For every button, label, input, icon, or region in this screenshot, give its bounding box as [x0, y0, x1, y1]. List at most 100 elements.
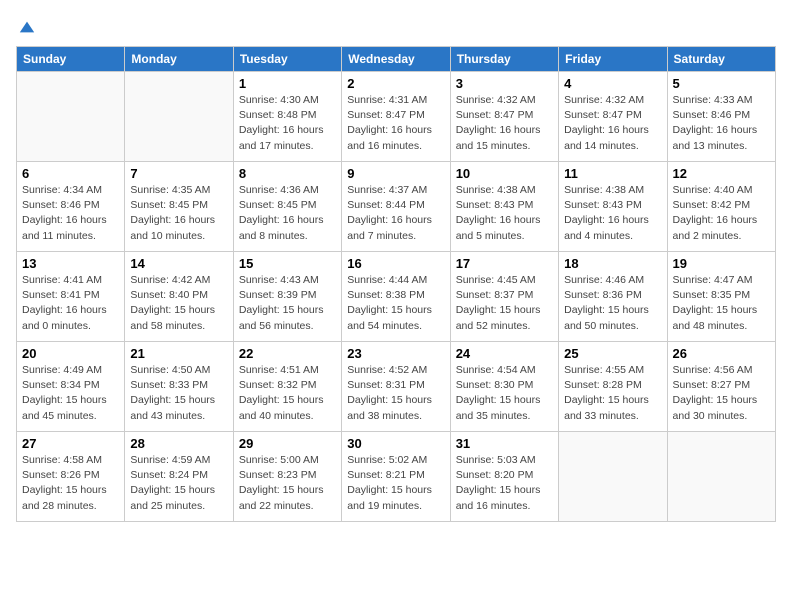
day-info: Sunrise: 4:40 AM Sunset: 8:42 PM Dayligh… — [673, 183, 770, 244]
day-number: 17 — [456, 256, 553, 271]
day-info: Sunrise: 4:31 AM Sunset: 8:47 PM Dayligh… — [347, 93, 444, 154]
page-header — [16, 16, 776, 36]
calendar-cell: 22 Sunrise: 4:51 AM Sunset: 8:32 PM Dayli… — [233, 342, 341, 432]
header-tuesday: Tuesday — [233, 47, 341, 72]
calendar-cell: 12 Sunrise: 4:40 AM Sunset: 8:42 PM Dayli… — [667, 162, 775, 252]
calendar-cell: 16 Sunrise: 4:44 AM Sunset: 8:38 PM Dayli… — [342, 252, 450, 342]
calendar-cell — [17, 72, 125, 162]
day-info: Sunrise: 4:30 AM Sunset: 8:48 PM Dayligh… — [239, 93, 336, 154]
day-info: Sunrise: 4:56 AM Sunset: 8:27 PM Dayligh… — [673, 363, 770, 424]
day-info: Sunrise: 4:54 AM Sunset: 8:30 PM Dayligh… — [456, 363, 553, 424]
calendar-cell: 24 Sunrise: 4:54 AM Sunset: 8:30 PM Dayli… — [450, 342, 558, 432]
day-info: Sunrise: 5:00 AM Sunset: 8:23 PM Dayligh… — [239, 453, 336, 514]
day-number: 16 — [347, 256, 444, 271]
calendar-cell: 2 Sunrise: 4:31 AM Sunset: 8:47 PM Daylig… — [342, 72, 450, 162]
calendar-week-1: 1 Sunrise: 4:30 AM Sunset: 8:48 PM Daylig… — [17, 72, 776, 162]
day-number: 30 — [347, 436, 444, 451]
day-info: Sunrise: 4:34 AM Sunset: 8:46 PM Dayligh… — [22, 183, 119, 244]
day-number: 4 — [564, 76, 661, 91]
day-number: 7 — [130, 166, 227, 181]
day-info: Sunrise: 4:50 AM Sunset: 8:33 PM Dayligh… — [130, 363, 227, 424]
day-info: Sunrise: 4:35 AM Sunset: 8:45 PM Dayligh… — [130, 183, 227, 244]
calendar-week-5: 27 Sunrise: 4:58 AM Sunset: 8:26 PM Dayli… — [17, 432, 776, 522]
day-number: 22 — [239, 346, 336, 361]
day-number: 8 — [239, 166, 336, 181]
day-number: 28 — [130, 436, 227, 451]
calendar-cell: 20Sunrise: 4:49 AM Sunset: 8:34 PM Dayli… — [17, 342, 125, 432]
header-thursday: Thursday — [450, 47, 558, 72]
calendar-cell: 21 Sunrise: 4:50 AM Sunset: 8:33 PM Dayli… — [125, 342, 233, 432]
day-number: 3 — [456, 76, 553, 91]
header-saturday: Saturday — [667, 47, 775, 72]
day-info: Sunrise: 4:42 AM Sunset: 8:40 PM Dayligh… — [130, 273, 227, 334]
day-info: Sunrise: 4:36 AM Sunset: 8:45 PM Dayligh… — [239, 183, 336, 244]
header-friday: Friday — [559, 47, 667, 72]
day-number: 19 — [673, 256, 770, 271]
day-info: Sunrise: 5:02 AM Sunset: 8:21 PM Dayligh… — [347, 453, 444, 514]
day-info: Sunrise: 4:33 AM Sunset: 8:46 PM Dayligh… — [673, 93, 770, 154]
calendar-cell: 14Sunrise: 4:42 AM Sunset: 8:40 PM Dayli… — [125, 252, 233, 342]
day-info: Sunrise: 4:43 AM Sunset: 8:39 PM Dayligh… — [239, 273, 336, 334]
day-number: 2 — [347, 76, 444, 91]
day-number: 15 — [239, 256, 336, 271]
calendar-cell: 1 Sunrise: 4:30 AM Sunset: 8:48 PM Daylig… — [233, 72, 341, 162]
calendar-cell: 17 Sunrise: 4:45 AM Sunset: 8:37 PM Dayli… — [450, 252, 558, 342]
calendar-cell: 29 Sunrise: 5:00 AM Sunset: 8:23 PM Dayli… — [233, 432, 341, 522]
calendar-cell — [559, 432, 667, 522]
day-number: 23 — [347, 346, 444, 361]
header-wednesday: Wednesday — [342, 47, 450, 72]
day-number: 29 — [239, 436, 336, 451]
day-number: 20 — [22, 346, 119, 361]
header-monday: Monday — [125, 47, 233, 72]
calendar-cell: 19 Sunrise: 4:47 AM Sunset: 8:35 PM Dayli… — [667, 252, 775, 342]
calendar-cell — [125, 72, 233, 162]
day-number: 25 — [564, 346, 661, 361]
day-info: Sunrise: 4:47 AM Sunset: 8:35 PM Dayligh… — [673, 273, 770, 334]
day-number: 27 — [22, 436, 119, 451]
day-number: 6 — [22, 166, 119, 181]
calendar-cell: 28Sunrise: 4:59 AM Sunset: 8:24 PM Dayli… — [125, 432, 233, 522]
day-info: Sunrise: 4:37 AM Sunset: 8:44 PM Dayligh… — [347, 183, 444, 244]
calendar-cell: 18Sunrise: 4:46 AM Sunset: 8:36 PM Dayli… — [559, 252, 667, 342]
day-number: 13 — [22, 256, 119, 271]
calendar-header: SundayMondayTuesdayWednesdayThursdayFrid… — [17, 47, 776, 72]
day-info: Sunrise: 4:41 AM Sunset: 8:41 PM Dayligh… — [22, 273, 119, 334]
day-number: 5 — [673, 76, 770, 91]
day-info: Sunrise: 5:03 AM Sunset: 8:20 PM Dayligh… — [456, 453, 553, 514]
day-number: 9 — [347, 166, 444, 181]
day-info: Sunrise: 4:45 AM Sunset: 8:37 PM Dayligh… — [456, 273, 553, 334]
calendar-cell: 11 Sunrise: 4:38 AM Sunset: 8:43 PM Dayli… — [559, 162, 667, 252]
calendar-cell: 30 Sunrise: 5:02 AM Sunset: 8:21 PM Dayli… — [342, 432, 450, 522]
day-number: 21 — [130, 346, 227, 361]
day-info: Sunrise: 4:38 AM Sunset: 8:43 PM Dayligh… — [564, 183, 661, 244]
calendar-cell — [667, 432, 775, 522]
day-info: Sunrise: 4:44 AM Sunset: 8:38 PM Dayligh… — [347, 273, 444, 334]
calendar-cell: 7 Sunrise: 4:35 AM Sunset: 8:45 PM Daylig… — [125, 162, 233, 252]
calendar-cell: 6 Sunrise: 4:34 AM Sunset: 8:46 PM Daylig… — [17, 162, 125, 252]
calendar-cell: 9 Sunrise: 4:37 AM Sunset: 8:44 PM Daylig… — [342, 162, 450, 252]
calendar-cell: 31 Sunrise: 5:03 AM Sunset: 8:20 PM Dayli… — [450, 432, 558, 522]
calendar-cell: 3Sunrise: 4:32 AM Sunset: 8:47 PM Daylig… — [450, 72, 558, 162]
calendar-cell: 27 Sunrise: 4:58 AM Sunset: 8:26 PM Dayli… — [17, 432, 125, 522]
day-info: Sunrise: 4:52 AM Sunset: 8:31 PM Dayligh… — [347, 363, 444, 424]
calendar-cell: 5 Sunrise: 4:33 AM Sunset: 8:46 PM Daylig… — [667, 72, 775, 162]
day-number: 12 — [673, 166, 770, 181]
calendar-cell: 23 Sunrise: 4:52 AM Sunset: 8:31 PM Dayli… — [342, 342, 450, 432]
day-number: 1 — [239, 76, 336, 91]
day-number: 31 — [456, 436, 553, 451]
logo-icon — [18, 18, 36, 36]
day-info: Sunrise: 4:51 AM Sunset: 8:32 PM Dayligh… — [239, 363, 336, 424]
day-info: Sunrise: 4:46 AM Sunset: 8:36 PM Dayligh… — [564, 273, 661, 334]
logo — [16, 16, 36, 36]
day-number: 11 — [564, 166, 661, 181]
calendar-table: SundayMondayTuesdayWednesdayThursdayFrid… — [16, 46, 776, 522]
calendar-cell: 8 Sunrise: 4:36 AM Sunset: 8:45 PM Daylig… — [233, 162, 341, 252]
day-number: 10 — [456, 166, 553, 181]
day-number: 24 — [456, 346, 553, 361]
calendar-week-2: 6 Sunrise: 4:34 AM Sunset: 8:46 PM Daylig… — [17, 162, 776, 252]
day-info: Sunrise: 4:58 AM Sunset: 8:26 PM Dayligh… — [22, 453, 119, 514]
day-info: Sunrise: 4:55 AM Sunset: 8:28 PM Dayligh… — [564, 363, 661, 424]
calendar-week-4: 20Sunrise: 4:49 AM Sunset: 8:34 PM Dayli… — [17, 342, 776, 432]
header-sunday: Sunday — [17, 47, 125, 72]
calendar-cell: 13 Sunrise: 4:41 AM Sunset: 8:41 PM Dayli… — [17, 252, 125, 342]
